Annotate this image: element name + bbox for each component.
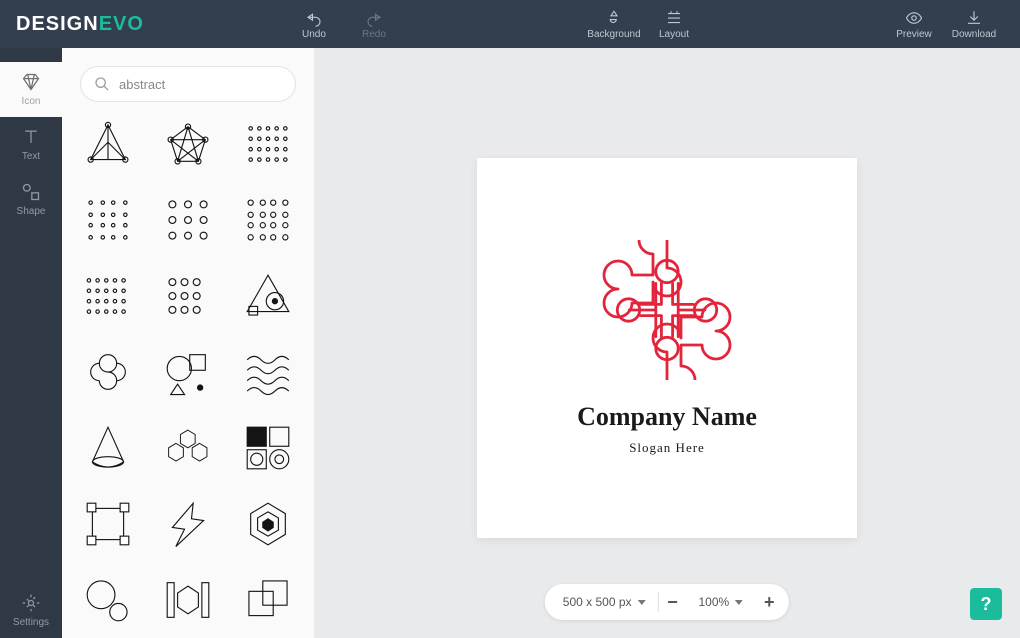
nav-text-label: Text: [22, 151, 40, 162]
redo-label: Redo: [362, 29, 386, 40]
icon-hex-nest[interactable]: [240, 496, 296, 552]
icon-grid: [80, 116, 296, 638]
icon-triangle-network[interactable]: [80, 116, 136, 172]
chevron-down-icon: [638, 600, 646, 605]
zoom-level-label: 100%: [699, 595, 730, 609]
download-icon: [965, 9, 983, 27]
chevron-down-icon: [735, 600, 743, 605]
icon-cone[interactable]: [80, 420, 136, 476]
brand-left: DESIGN: [16, 13, 99, 35]
background-label: Background: [587, 29, 640, 40]
zoom-level-dropdown[interactable]: 100%: [687, 584, 756, 620]
background-button[interactable]: Background: [584, 9, 644, 40]
icon-cube-stack[interactable]: [160, 420, 216, 476]
icon-panel: [62, 48, 314, 638]
icon-overlap-squares[interactable]: [240, 572, 296, 628]
layout-button[interactable]: Layout: [644, 9, 704, 40]
icon-dot-grid[interactable]: [240, 116, 296, 172]
icon-circle-grid[interactable]: [160, 192, 216, 248]
icon-star-node[interactable]: [160, 116, 216, 172]
background-icon: [605, 9, 623, 27]
zoom-toolbar: 500 x 500 px − 100% +: [545, 584, 789, 620]
nav-text-tab[interactable]: Text: [0, 117, 62, 172]
icon-triangle-eye[interactable]: [240, 268, 296, 324]
nav-shape-tab[interactable]: Shape: [0, 172, 62, 227]
slogan-text[interactable]: Slogan Here: [629, 440, 705, 456]
icon-quad-target[interactable]: [240, 420, 296, 476]
preview-label: Preview: [896, 29, 932, 40]
redo-icon: [365, 9, 383, 27]
icon-two-circles[interactable]: [80, 572, 136, 628]
gear-icon: [21, 593, 41, 613]
brand-logo: DESIGNEVO: [16, 13, 144, 36]
icon-dot-rows[interactable]: [80, 268, 136, 324]
redo-button[interactable]: Redo: [344, 9, 404, 40]
logo-mark-icon[interactable]: [597, 240, 737, 380]
canvas-area[interactable]: Company Name Slogan Here 500 x 500 px − …: [314, 48, 1020, 638]
icon-crop-frame[interactable]: [80, 496, 136, 552]
preview-button[interactable]: Preview: [884, 9, 944, 40]
icon-knot[interactable]: [80, 344, 136, 400]
undo-icon: [305, 9, 323, 27]
diamond-icon: [21, 72, 41, 92]
icon-hex-bars[interactable]: [160, 572, 216, 628]
search-input[interactable]: [80, 66, 296, 102]
canvas-size-label: 500 x 500 px: [563, 595, 632, 609]
help-button[interactable]: ?: [970, 588, 1002, 620]
icon-dot-grid-b[interactable]: [80, 192, 136, 248]
undo-label: Undo: [302, 29, 326, 40]
zoom-out-button[interactable]: −: [659, 592, 687, 613]
layout-icon: [665, 9, 683, 27]
zoom-in-button[interactable]: +: [755, 592, 783, 613]
search-icon: [94, 76, 110, 92]
icon-shapes-combo[interactable]: [160, 344, 216, 400]
nav-icon-tab[interactable]: Icon: [0, 62, 62, 117]
nav-settings-tab[interactable]: Settings: [0, 583, 62, 638]
canvas-size-dropdown[interactable]: 500 x 500 px: [551, 584, 658, 620]
left-nav: Icon Text Shape Settings: [0, 48, 62, 638]
icon-circles-rows[interactable]: [160, 268, 216, 324]
undo-button[interactable]: Undo: [284, 9, 344, 40]
nav-shape-label: Shape: [17, 206, 46, 217]
logo-canvas[interactable]: Company Name Slogan Here: [477, 158, 857, 538]
brand-right: EVO: [99, 13, 144, 35]
preview-icon: [905, 9, 923, 27]
topbar: DESIGNEVO Undo Redo Background Layout Pr…: [0, 0, 1020, 48]
nav-settings-label: Settings: [13, 617, 49, 628]
search-wrap: [80, 66, 296, 102]
nav-icon-label: Icon: [22, 96, 41, 107]
layout-label: Layout: [659, 29, 689, 40]
download-label: Download: [952, 29, 996, 40]
icon-waves[interactable]: [240, 344, 296, 400]
company-name-text[interactable]: Company Name: [577, 402, 757, 432]
icon-circle-grid-b[interactable]: [240, 192, 296, 248]
download-button[interactable]: Download: [944, 9, 1004, 40]
icon-lightning[interactable]: [160, 496, 216, 552]
text-icon: [21, 127, 41, 147]
shape-icon: [21, 182, 41, 202]
